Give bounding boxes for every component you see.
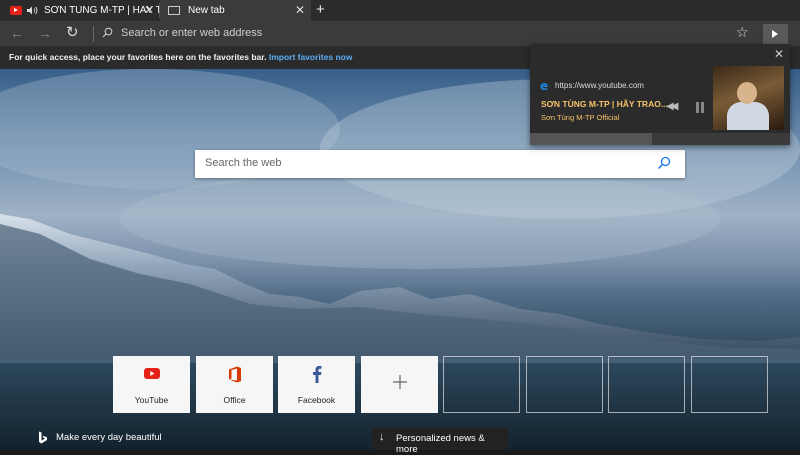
bing-logo-icon[interactable] [38,431,48,447]
tile-facebook[interactable]: Facebook [278,356,355,413]
tile-office[interactable]: Office [196,356,273,413]
bing-tagline[interactable]: Make every day beautiful [56,432,162,443]
edge-icon: e [540,79,549,93]
forward-button[interactable]: → [38,24,52,42]
back-button[interactable]: ← [10,24,24,42]
tile-empty[interactable] [526,356,603,413]
tab-label: SƠN TÙNG M-TP | HÃY TRA [44,5,160,16]
media-progress-fill [530,133,653,145]
search-input[interactable]: Search the web [205,157,281,169]
search-icon [102,27,113,41]
media-progress-bar[interactable] [530,133,790,145]
tile-empty[interactable] [691,356,768,413]
plus-icon [361,375,438,389]
media-thumbnail[interactable] [713,66,784,130]
favorite-star-icon[interactable]: ☆ [736,24,749,41]
speaker-icon[interactable] [27,4,38,18]
divider [93,26,94,42]
tab-youtube[interactable]: SƠN TÙNG M-TP | HÃY TRA ✕ [0,0,160,21]
web-search-box[interactable]: Search the web [195,150,685,178]
arrow-down-icon: ↓ [379,431,385,443]
tab-new-tab[interactable]: New tab ✕ [160,0,311,21]
navigation-bar: ← → ↻ Search or enter web address ☆ [0,21,800,46]
tile-label: Facebook [297,395,336,405]
facebook-icon [278,365,355,383]
favorites-message: For quick access, place your favorites h… [9,52,352,62]
tile-add-site[interactable] [361,356,438,413]
tile-youtube[interactable]: YouTube [113,356,190,413]
office-icon [196,366,273,383]
rewind-icon[interactable]: ◀◀ [666,101,679,112]
news-button-label: Personalized news & more [396,433,485,455]
tile-label: YouTube [134,395,169,405]
tile-empty[interactable] [608,356,685,413]
tab-strip: SƠN TÙNG M-TP | HÃY TRA ✕ New tab ✕ + [0,0,800,21]
close-icon[interactable]: ✕ [774,47,784,61]
pause-icon[interactable] [696,102,704,113]
close-tab-icon[interactable]: ✕ [144,3,154,17]
media-source-url: https://www.youtube.com [555,81,644,90]
thumbnail-figure [727,102,769,130]
newtab-icon [168,6,180,15]
youtube-icon [113,368,190,379]
tab-label: New tab [188,5,225,16]
search-icon[interactable] [657,156,671,173]
youtube-icon [10,6,22,15]
import-favorites-link[interactable]: Import favorites now [269,52,353,62]
refresh-button[interactable]: ↻ [66,24,79,42]
tile-empty[interactable] [443,356,520,413]
media-popup: ✕ e https://www.youtube.com SƠN TÙNG M-T… [530,44,790,145]
favorites-hint: For quick access, place your favorites h… [9,52,267,62]
address-bar[interactable]: Search or enter web address [121,27,262,39]
personalized-news-button[interactable]: ↓ Personalized news & more [372,428,508,455]
new-tab-button[interactable]: + [316,2,325,18]
thumbnail-face [737,82,757,104]
close-tab-icon[interactable]: ✕ [295,3,305,17]
media-control-button[interactable] [763,24,788,44]
media-artist: Sơn Tùng M-TP Official [541,113,620,122]
tile-label: Office [223,395,246,405]
media-title: SƠN TÙNG M-TP | HÃY TRAO... [541,99,668,109]
